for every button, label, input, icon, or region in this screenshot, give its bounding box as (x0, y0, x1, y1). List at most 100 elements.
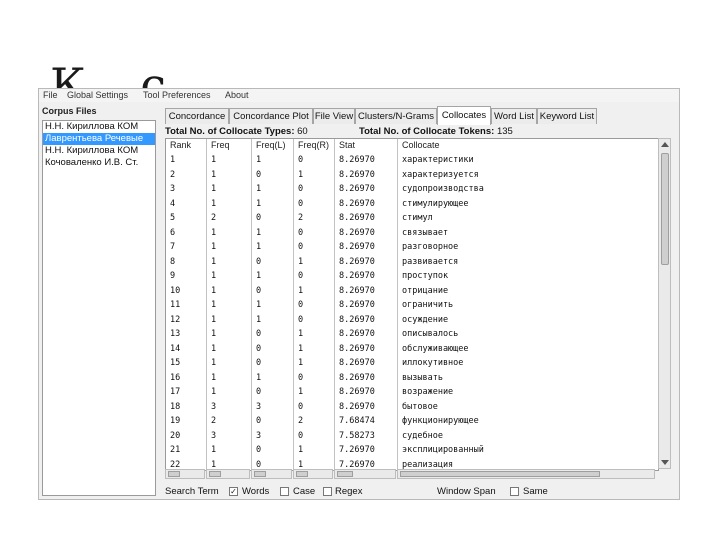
cell-rank[interactable]: 14 (170, 342, 180, 356)
cell-stat[interactable]: 8.26970 (339, 356, 375, 370)
cell-rank[interactable]: 17 (170, 385, 180, 399)
same-checkbox[interactable] (510, 487, 519, 496)
cell-freq[interactable]: 1 (211, 269, 216, 283)
cell-rank[interactable]: 6 (170, 226, 175, 240)
cell-freq-right[interactable]: 0 (298, 240, 303, 254)
tab-keyword-list[interactable]: Keyword List (537, 108, 597, 124)
case-checkbox[interactable] (280, 487, 289, 496)
cell-stat[interactable]: 8.26970 (339, 211, 375, 225)
cell-freq-right[interactable]: 0 (298, 153, 303, 167)
cell-freq-right[interactable]: 1 (298, 356, 303, 370)
cell-stat[interactable]: 8.26970 (339, 240, 375, 254)
cell-freq-left[interactable]: 1 (256, 226, 261, 240)
tab-concordance-plot[interactable]: Concordance Plot (229, 108, 313, 124)
cell-freq[interactable]: 1 (211, 385, 216, 399)
cell-collocate[interactable]: стимул (402, 211, 433, 225)
cell-freq-right[interactable]: 0 (298, 313, 303, 327)
cell-freq-right[interactable]: 0 (298, 298, 303, 312)
freq-right-column-scrollbar[interactable] (293, 469, 333, 479)
cell-rank[interactable]: 1 (170, 153, 175, 167)
cell-freq-left[interactable]: 1 (256, 371, 261, 385)
cell-stat[interactable]: 8.26970 (339, 197, 375, 211)
corpus-file-item[interactable]: Н.Н. Кириллова КОМ (43, 121, 155, 133)
cell-rank[interactable]: 13 (170, 327, 180, 341)
cell-collocate[interactable]: развивается (402, 255, 458, 269)
cell-collocate[interactable]: судопроизводства (402, 182, 484, 196)
cell-freq[interactable]: 1 (211, 153, 216, 167)
cell-rank[interactable]: 5 (170, 211, 175, 225)
cell-stat[interactable]: 8.26970 (339, 327, 375, 341)
cell-freq-right[interactable]: 1 (298, 168, 303, 182)
cell-stat[interactable]: 7.68474 (339, 414, 375, 428)
freq-column-scrollbar[interactable] (206, 469, 250, 479)
cell-freq-left[interactable]: 0 (256, 168, 261, 182)
cell-freq-right[interactable]: 0 (298, 269, 303, 283)
header-freq-right[interactable]: Freq(R) (298, 139, 329, 152)
cell-rank[interactable]: 10 (170, 284, 180, 298)
cell-rank[interactable]: 9 (170, 269, 175, 283)
cell-freq-left[interactable]: 0 (256, 255, 261, 269)
collocate-column-scrollbar[interactable] (397, 469, 655, 479)
cell-freq[interactable]: 1 (211, 342, 216, 356)
cell-collocate[interactable]: судебное (402, 429, 443, 443)
cell-freq-left[interactable]: 3 (256, 429, 261, 443)
cell-collocate[interactable]: проступок (402, 269, 448, 283)
scroll-down-arrow-icon[interactable] (661, 460, 669, 465)
cell-collocate[interactable]: иллокутивное (402, 356, 463, 370)
cell-freq[interactable]: 3 (211, 400, 216, 414)
tab-collocates[interactable]: Collocates (437, 106, 491, 125)
menu-tool-preferences[interactable]: Tool Preferences (143, 90, 211, 100)
cell-stat[interactable]: 8.26970 (339, 153, 375, 167)
cell-stat[interactable]: 8.26970 (339, 342, 375, 356)
cell-freq-right[interactable]: 0 (298, 182, 303, 196)
cell-freq[interactable]: 1 (211, 371, 216, 385)
cell-collocate[interactable]: бытовое (402, 400, 438, 414)
cell-freq[interactable]: 2 (211, 414, 216, 428)
corpus-file-list[interactable]: Н.Н. Кириллова КОМ Лаврентьева Речевые Н… (42, 120, 156, 496)
cell-freq-right[interactable]: 1 (298, 385, 303, 399)
cell-freq[interactable]: 1 (211, 298, 216, 312)
cell-collocate[interactable]: отрицание (402, 284, 448, 298)
cell-freq-right[interactable]: 2 (298, 211, 303, 225)
cell-collocate[interactable]: разговорное (402, 240, 458, 254)
cell-freq-right[interactable]: 0 (298, 197, 303, 211)
cell-stat[interactable]: 8.26970 (339, 400, 375, 414)
menu-global-settings[interactable]: Global Settings (67, 90, 128, 100)
header-freq[interactable]: Freq (211, 139, 230, 152)
cell-freq-left[interactable]: 0 (256, 284, 261, 298)
cell-freq[interactable]: 3 (211, 429, 216, 443)
cell-stat[interactable]: 8.26970 (339, 371, 375, 385)
cell-collocate[interactable]: эксплицированный (402, 443, 484, 457)
cell-stat[interactable]: 8.26970 (339, 385, 375, 399)
tab-word-list[interactable]: Word List (491, 108, 537, 124)
cell-stat[interactable]: 8.26970 (339, 168, 375, 182)
cell-freq-left[interactable]: 0 (256, 385, 261, 399)
stat-column-scrollbar[interactable] (334, 469, 396, 479)
cell-freq[interactable]: 2 (211, 211, 216, 225)
cell-collocate[interactable]: возражение (402, 385, 453, 399)
cell-collocate[interactable]: описывалось (402, 327, 458, 341)
cell-freq-left[interactable]: 1 (256, 197, 261, 211)
cell-rank[interactable]: 4 (170, 197, 175, 211)
cell-freq[interactable]: 1 (211, 168, 216, 182)
cell-rank[interactable]: 21 (170, 443, 180, 457)
cell-stat[interactable]: 7.58273 (339, 429, 375, 443)
cell-freq-left[interactable]: 0 (256, 414, 261, 428)
cell-freq-right[interactable]: 1 (298, 342, 303, 356)
cell-freq-left[interactable]: 1 (256, 240, 261, 254)
corpus-file-item[interactable]: Кочоваленко И.В. Ст. (43, 157, 155, 169)
cell-freq[interactable]: 1 (211, 240, 216, 254)
cell-freq-left[interactable]: 3 (256, 400, 261, 414)
cell-freq-left[interactable]: 0 (256, 327, 261, 341)
collocates-table[interactable]: Rank Freq Freq(L) Freq(R) Stat Collocate 1 1 1 0 8… (165, 138, 659, 471)
cell-stat[interactable]: 7.26970 (339, 443, 375, 457)
corpus-file-item-selected[interactable]: Лаврентьева Речевые (43, 133, 155, 145)
cell-rank[interactable]: 20 (170, 429, 180, 443)
table-vertical-scrollbar[interactable] (658, 138, 671, 469)
cell-rank[interactable]: 12 (170, 313, 180, 327)
cell-freq[interactable]: 1 (211, 313, 216, 327)
scroll-up-arrow-icon[interactable] (661, 142, 669, 147)
cell-collocate[interactable]: обслуживающее (402, 342, 469, 356)
cell-collocate[interactable]: связывает (402, 226, 448, 240)
cell-freq-left[interactable]: 0 (256, 356, 261, 370)
